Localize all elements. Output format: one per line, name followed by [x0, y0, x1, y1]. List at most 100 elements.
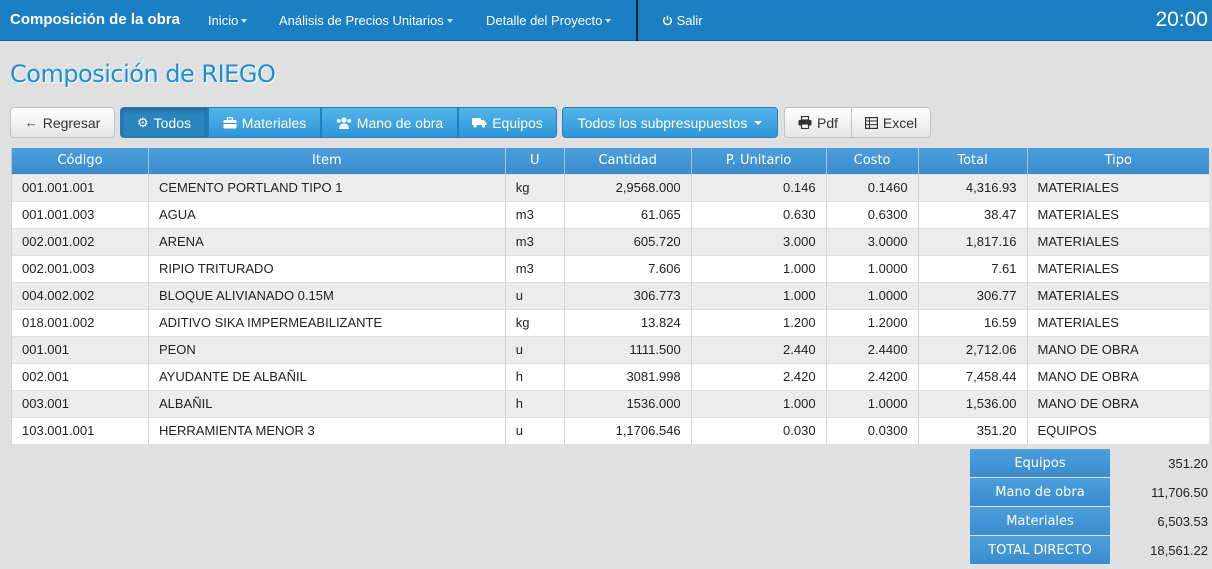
cell-unit: m3 [504, 200, 565, 228]
summary-label: Materiales [970, 507, 1110, 535]
col-header-cantidad[interactable]: Cantidad [563, 148, 692, 174]
pdf-button[interactable]: Pdf [784, 107, 852, 138]
cell-item: HERRAMIENTA MENOR 3 [147, 416, 506, 444]
subpresupuestos-dropdown[interactable]: Todos los subpresupuestos [562, 107, 778, 138]
excel-label: Excel [882, 114, 918, 131]
nav-salir-label: Salir [676, 13, 703, 28]
regresar-label: Regresar [42, 114, 101, 131]
todos-label: Todos [153, 114, 191, 131]
cell-p-unitario: 2.440 [690, 335, 827, 363]
nav-salir[interactable]: Salir [662, 13, 703, 28]
cell-p-unitario: 0.630 [690, 200, 827, 228]
table-row[interactable]: 018.001.002 ADITIVO SIKA IMPERMEABILIZAN… [11, 308, 1209, 336]
materiales-label: Materiales [241, 114, 307, 131]
table-row[interactable]: 002.001.002 ARENA m3 605.720 3.000 3.000… [11, 227, 1209, 255]
cell-item: PEON [147, 335, 506, 363]
cell-codigo: 003.001 [11, 389, 149, 417]
cell-item: AGUA [147, 200, 506, 228]
cell-tipo: MATERIALES [1026, 227, 1209, 255]
cell-codigo: 001.001.001 [11, 173, 149, 201]
summary-equipos: Equipos 351.20 [970, 449, 1212, 477]
col-header-tipo[interactable]: Tipo [1026, 148, 1209, 174]
summary-mano-obra: Mano de obra 11,706.50 [970, 478, 1212, 506]
cell-total: 351.20 [917, 416, 1028, 444]
table-row[interactable]: 001.001 PEON u 1111.500 2.440 2.4400 2,7… [11, 335, 1209, 363]
table-row[interactable]: 002.001 AYUDANTE DE ALBAÑIL h 3081.998 2… [11, 362, 1209, 390]
cell-item: ALBAÑIL [147, 389, 506, 417]
filter-todos-button[interactable]: ⚙ Todos [120, 107, 208, 138]
cell-costo: 0.0300 [825, 416, 919, 444]
table-row[interactable]: 003.001 ALBAÑIL h 1536.000 1.000 1.0000 … [11, 389, 1209, 417]
summary-value: 6,503.53 [1157, 513, 1208, 529]
cell-cantidad: 605.720 [563, 227, 692, 255]
cell-item: RIPIO TRITURADO [147, 254, 506, 282]
cell-costo: 1.0000 [825, 281, 919, 309]
cell-unit: h [504, 362, 565, 390]
caret-down-icon [605, 19, 612, 23]
col-header-item[interactable]: Item [147, 148, 506, 174]
equipos-label: Equipos [492, 114, 543, 131]
cell-codigo: 002.001 [11, 362, 149, 390]
cell-cantidad: 1,1706.546 [563, 416, 692, 444]
cell-unit: u [504, 416, 565, 444]
col-header-costo[interactable]: Costo [825, 148, 919, 174]
filter-mano-obra-button[interactable]: Mano de obra [321, 107, 458, 138]
excel-button[interactable]: Excel [851, 107, 931, 138]
cell-unit: kg [504, 308, 565, 336]
cell-costo: 0.6300 [825, 200, 919, 228]
col-header-total[interactable]: Total [917, 148, 1028, 174]
print-icon [798, 116, 812, 129]
cell-codigo: 002.001.003 [11, 254, 149, 282]
nav-inicio[interactable]: Inicio [208, 13, 248, 28]
table-row[interactable]: 002.001.003 RIPIO TRITURADO m3 7.606 1.0… [11, 254, 1209, 282]
caret-down-icon [754, 120, 763, 125]
cell-codigo: 004.002.002 [11, 281, 149, 309]
table-row[interactable]: 004.002.002 BLOQUE ALIVIANADO 0.15M u 30… [11, 281, 1209, 309]
col-header-p-unitario[interactable]: P. Unitario [690, 148, 827, 174]
table-header-row: Código Item U Cantidad P. Unitario Costo… [11, 148, 1209, 174]
cell-p-unitario: 0.146 [690, 173, 827, 201]
cell-item: BLOQUE ALIVIANADO 0.15M [147, 281, 506, 309]
cell-tipo: MATERIALES [1026, 173, 1209, 201]
cell-costo: 0.1460 [825, 173, 919, 201]
caret-down-icon [241, 19, 248, 23]
cell-total: 1,536.00 [917, 389, 1028, 417]
nav-apu[interactable]: Análisis de Precios Unitarios [279, 13, 453, 28]
cell-costo: 2.4200 [825, 362, 919, 390]
cell-item: ADITIVO SIKA IMPERMEABILIZANTE [147, 308, 506, 336]
cell-codigo: 001.001.003 [11, 200, 149, 228]
table-row[interactable]: 001.001.001 CEMENTO PORTLAND TIPO 1 kg 2… [11, 173, 1209, 201]
cell-codigo: 001.001 [11, 335, 149, 363]
regresar-button[interactable]: ← Regresar [10, 107, 115, 138]
mano-obra-label: Mano de obra [356, 114, 444, 131]
summary-materiales: Materiales 6,503.53 [970, 507, 1212, 535]
cell-total: 38.47 [917, 200, 1028, 228]
cell-unit: m3 [504, 254, 565, 282]
cell-tipo: MATERIALES [1026, 281, 1209, 309]
composition-table: Código Item U Cantidad P. Unitario Costo… [11, 148, 1209, 444]
cell-total: 7.61 [917, 254, 1028, 282]
cell-tipo: MANO DE OBRA [1026, 389, 1209, 417]
filter-materiales-button[interactable]: Materiales [208, 107, 321, 138]
cell-cantidad: 61.065 [563, 200, 692, 228]
cell-cantidad: 306.773 [563, 281, 692, 309]
table-row[interactable]: 001.001.003 AGUA m3 61.065 0.630 0.6300 … [11, 200, 1209, 228]
cell-codigo: 103.001.001 [11, 416, 149, 444]
col-header-codigo[interactable]: Código [11, 148, 149, 174]
navbar-brand[interactable]: Composición de la obra [10, 11, 180, 28]
cell-costo: 1.0000 [825, 389, 919, 417]
table-row[interactable]: 103.001.001 HERRAMIENTA MENOR 3 u 1,1706… [11, 416, 1209, 444]
cell-unit: u [504, 281, 565, 309]
cell-p-unitario: 0.030 [690, 416, 827, 444]
clock: 20:00 [1155, 8, 1208, 31]
cell-total: 16.59 [917, 308, 1028, 336]
nav-detalle[interactable]: Detalle del Proyecto [486, 13, 612, 28]
table-icon [864, 116, 878, 129]
filter-equipos-button[interactable]: Equipos [458, 107, 557, 138]
cell-p-unitario: 2.420 [690, 362, 827, 390]
cell-tipo: MANO DE OBRA [1026, 335, 1209, 363]
nav-apu-label: Análisis de Precios Unitarios [279, 13, 444, 28]
nav-detalle-label: Detalle del Proyecto [486, 13, 603, 28]
col-header-u[interactable]: U [504, 148, 565, 174]
cell-cantidad: 3081.998 [563, 362, 692, 390]
